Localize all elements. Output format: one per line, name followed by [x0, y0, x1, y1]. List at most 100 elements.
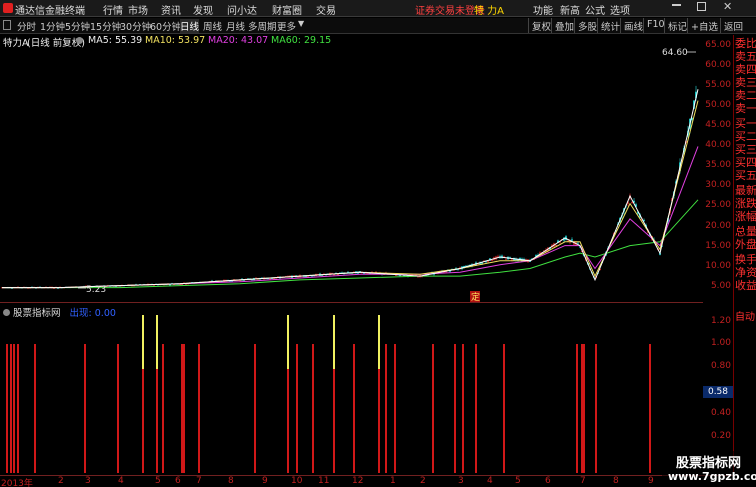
- maximize-icon[interactable]: [697, 2, 706, 11]
- price-axis: 65.00 60.00 55.00 50.00 45.00 40.00 35.0…: [703, 35, 733, 475]
- quote-label[interactable]: 总量: [735, 225, 756, 238]
- low-price-label: 5.23: [86, 285, 106, 295]
- period-15min[interactable]: 15分钟: [90, 19, 121, 33]
- chevron-down-icon[interactable]: ▼: [298, 19, 304, 28]
- menu-item-xingao[interactable]: 新高: [560, 2, 580, 17]
- minimize-icon[interactable]: [672, 4, 681, 6]
- menu-item-faxian[interactable]: 发现: [193, 2, 213, 17]
- menu-item-gongneng[interactable]: 功能: [533, 2, 553, 17]
- quote-label[interactable]: 买三: [735, 143, 756, 156]
- price-tick: 60.00: [705, 60, 731, 70]
- quote-label[interactable]: 外盘: [735, 238, 756, 251]
- stock-name: 特 力A: [474, 6, 505, 17]
- high-price-label: 64.60: [662, 48, 688, 58]
- period-daily[interactable]: 日线: [180, 19, 200, 33]
- price-chart[interactable]: 64.60 5.23 定: [0, 48, 703, 302]
- quote-label[interactable]: 收益: [735, 279, 756, 292]
- price-tick: 35.00: [705, 160, 731, 170]
- signal-bar-red: [312, 344, 314, 473]
- date-tick: 5: [155, 476, 161, 486]
- chart-header: 特力A (日线 前复权) MA5: 55.39 MA10: 53.97 MA20…: [0, 35, 733, 49]
- date-tick: 12: [352, 476, 364, 486]
- auto-toggle[interactable]: 自动: [735, 308, 755, 323]
- menu-item-hangqing[interactable]: 行情: [103, 2, 123, 17]
- signal-bar-red: [462, 344, 464, 473]
- period-weekly[interactable]: 周线: [203, 19, 222, 33]
- back-button[interactable]: 返回: [720, 18, 746, 33]
- quote-label[interactable]: 卖四: [735, 63, 756, 76]
- date-tick: 2: [58, 476, 64, 486]
- signal-bar-red: [254, 344, 256, 473]
- signal-bar-red: [13, 344, 15, 473]
- menu-item-jiaoyi[interactable]: 交易: [316, 2, 336, 17]
- quote-side-panel: 委比 卖五 卖四 卖三 卖二 卖一 买一 买二 买三 买四 买五 最新 涨跌 涨…: [733, 35, 756, 475]
- period-monthly[interactable]: 月线: [226, 19, 245, 33]
- menu-item-zixun[interactable]: 资讯: [161, 2, 181, 17]
- period-toolbar: 分时 1分钟 5分钟 15分钟 30分钟 60分钟 日线 周线 月线 多周期 更…: [0, 18, 756, 34]
- indicator-current-value: 0.58: [703, 386, 733, 398]
- ma10-line: [2, 100, 699, 289]
- quote-label[interactable]: 最新: [735, 184, 756, 197]
- period-60min[interactable]: 60分钟: [150, 19, 181, 33]
- ma60-label: MA60: 29.15: [271, 35, 332, 46]
- ma5-line: [2, 89, 699, 289]
- quote-label[interactable]: 卖一: [735, 102, 756, 115]
- quote-label[interactable]: 卖五: [735, 50, 756, 63]
- add-watchlist-button[interactable]: +自选: [687, 18, 721, 33]
- candle-body: [363, 272, 365, 274]
- signal-bar-red: [296, 344, 298, 473]
- quote-label[interactable]: 买五: [735, 169, 756, 182]
- date-axis: 2013年 2 3 4 5 6 7 8 9 10 11 12 1 2 3 4 5…: [0, 475, 733, 487]
- signal-bar-red: [378, 369, 380, 473]
- date-tick: 6: [175, 476, 181, 486]
- close-icon[interactable]: ✕: [723, 0, 732, 13]
- quote-label[interactable]: 卖三: [735, 76, 756, 89]
- price-tick: 15.00: [705, 241, 731, 251]
- period-5min[interactable]: 5分钟: [65, 19, 90, 33]
- period-multi[interactable]: 多周期: [248, 19, 277, 33]
- signal-bar-red: [649, 344, 651, 473]
- ma20-label: MA20: 43.07: [208, 35, 269, 46]
- candle-body: [485, 261, 487, 263]
- menu-item-caifuquan[interactable]: 财富圈: [272, 2, 302, 17]
- quote-label[interactable]: 换手: [735, 253, 756, 266]
- quote-label[interactable]: 委比: [735, 37, 756, 50]
- watermark: 股票指标网 www.7gpzb.com: [662, 451, 756, 487]
- signal-bar-yellow: [333, 315, 335, 369]
- quote-label[interactable]: 涨跌: [735, 197, 756, 210]
- signal-bar-yellow: [156, 315, 158, 369]
- quote-label[interactable]: 买二: [735, 130, 756, 143]
- signal-bar-yellow: [287, 315, 289, 369]
- signal-bar-red: [117, 344, 119, 473]
- ding-flag: 定: [471, 291, 480, 302]
- candle-body: [577, 242, 579, 244]
- price-tick: 5.00: [710, 281, 731, 291]
- menu-item-gongshi[interactable]: 公式: [585, 2, 605, 17]
- signal-bar-red: [198, 344, 200, 473]
- menu-item-xuanxiang[interactable]: 选项: [610, 2, 630, 17]
- quote-label[interactable]: 涨幅: [735, 210, 756, 223]
- period-fenshi[interactable]: 分时: [17, 19, 36, 33]
- signal-bar-red: [156, 369, 158, 473]
- quote-label[interactable]: 买一: [735, 117, 756, 130]
- app-name: 通达信金融终端: [15, 6, 85, 17]
- date-tick: 2: [420, 476, 426, 486]
- period-30min[interactable]: 30分钟: [120, 19, 151, 33]
- date-tick: 3: [458, 476, 464, 486]
- period-more[interactable]: 更多: [277, 19, 296, 33]
- quote-label[interactable]: 买四: [735, 156, 756, 169]
- signal-bar-red: [142, 369, 144, 473]
- watermark-title: 股票指标网: [676, 456, 742, 471]
- quote-label[interactable]: 净资: [735, 266, 756, 279]
- period-1min[interactable]: 1分钟: [40, 19, 65, 33]
- menu-item-shichang[interactable]: 市场: [128, 2, 148, 17]
- date-tick: 5: [515, 476, 521, 486]
- quote-label[interactable]: 卖二: [735, 89, 756, 102]
- settings-dot-icon[interactable]: [76, 37, 83, 44]
- indicator-chart[interactable]: [0, 303, 703, 475]
- signal-bar-red: [34, 344, 36, 473]
- panel-toggle-icon[interactable]: [3, 20, 11, 30]
- menu-item-wenxiaoda[interactable]: 问小达: [227, 2, 257, 17]
- signal-bar-yellow: [378, 315, 380, 369]
- price-tick: 10.00: [705, 261, 731, 271]
